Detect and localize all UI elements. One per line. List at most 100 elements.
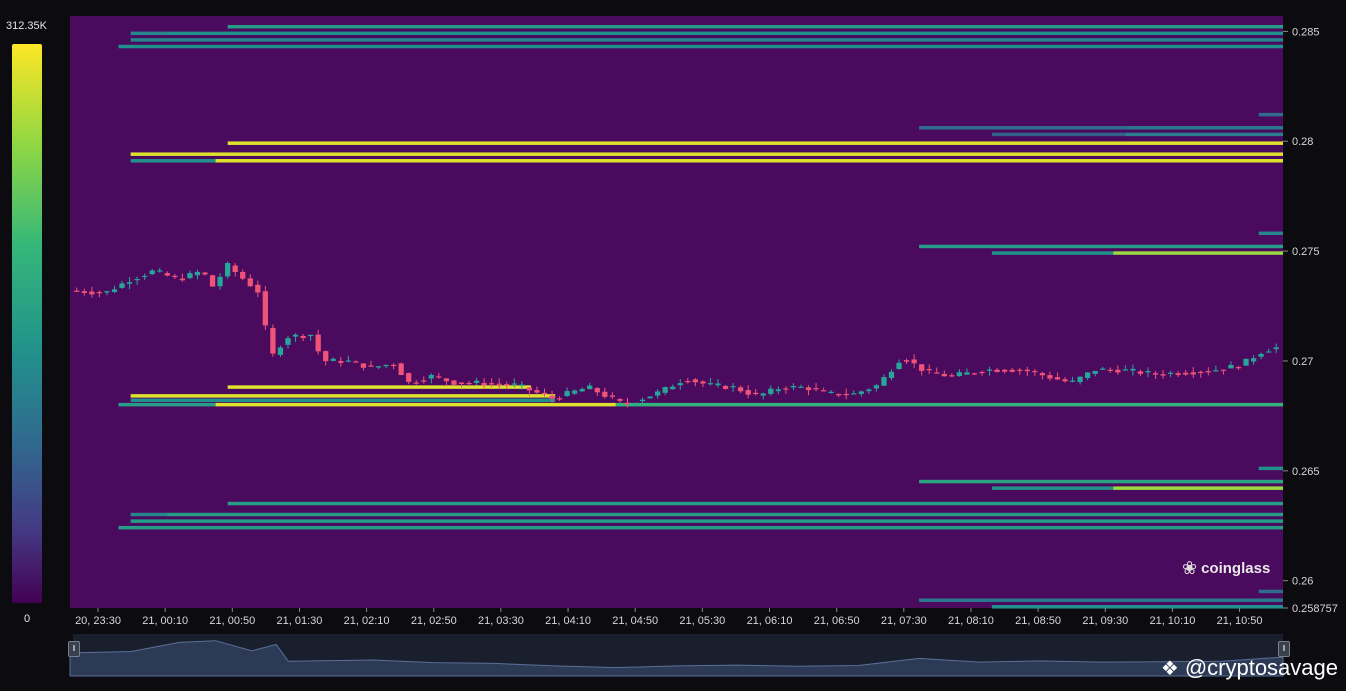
candle-body	[511, 383, 517, 385]
candle-body	[1084, 372, 1091, 378]
plot-background	[70, 16, 1283, 608]
liquidity-band-21-0	[130, 512, 168, 517]
time-tick-label: 21, 05:30	[679, 615, 725, 627]
candle-body	[338, 360, 344, 363]
candle-body	[104, 291, 110, 293]
candle-body	[1213, 370, 1219, 372]
candle-body	[609, 395, 616, 397]
candle-body	[157, 270, 163, 272]
candle-body	[730, 386, 736, 388]
candle-body	[89, 291, 95, 295]
binance-diamond-icon: ❖	[1160, 657, 1179, 680]
candle-body	[556, 398, 563, 400]
candle-body	[572, 390, 578, 394]
time-tick-label: 21, 04:50	[612, 615, 658, 627]
candle-body	[768, 388, 774, 394]
candle-body	[700, 381, 706, 384]
liquidity-band-25-0	[919, 598, 1283, 602]
candle-body	[247, 278, 253, 287]
watermark-text: coinglass	[1201, 560, 1271, 577]
time-tick-label: 21, 03:30	[478, 615, 524, 627]
candle-body	[903, 360, 910, 362]
candle-body	[194, 271, 201, 276]
candle-body	[1077, 376, 1083, 383]
candle-body	[307, 334, 314, 337]
candle-body	[1250, 358, 1257, 362]
candle-body	[421, 380, 427, 382]
candle-body	[345, 360, 351, 362]
candle-body	[564, 391, 570, 397]
candle-body	[1002, 369, 1008, 372]
candle-body	[119, 283, 125, 288]
time-tick-label: 21, 10:10	[1149, 615, 1195, 627]
liquidity-band-21-1	[167, 512, 1283, 517]
candle-body	[473, 380, 480, 383]
range-navigator	[69, 634, 1284, 677]
candle-body	[1069, 380, 1076, 382]
candle-body	[526, 387, 533, 391]
candle-body	[217, 276, 223, 287]
candle-body	[481, 382, 487, 386]
candle-body	[624, 402, 631, 405]
liquidity-band-5-1	[1125, 126, 1283, 130]
candle-body	[413, 382, 419, 384]
liquidity-band-8-0	[130, 152, 168, 156]
candle-body	[436, 376, 442, 378]
candle-body	[602, 391, 608, 397]
liquidation-heatmap-chart[interactable]: 0.285 0.28 0.275 0.27 0.265 0.26 0.258757 20, …	[0, 0, 1346, 691]
candle-body	[232, 265, 238, 273]
candle-body	[1122, 369, 1128, 371]
candle-body	[1107, 369, 1113, 371]
candle-body	[1137, 371, 1144, 374]
candle-body	[262, 291, 269, 326]
liquidity-band-5-0	[919, 126, 1126, 130]
candle-body	[949, 375, 955, 377]
handle-text: @cryptosavage	[1184, 655, 1338, 680]
time-tick-label: 21, 01:30	[277, 615, 323, 627]
candle-body	[971, 373, 978, 375]
candle-body	[881, 377, 887, 386]
candle-body	[428, 375, 434, 379]
candle-body	[1205, 371, 1211, 373]
candle-body	[594, 388, 600, 393]
candle-body	[360, 363, 367, 368]
candle-body	[330, 358, 336, 361]
candle-body	[692, 379, 698, 383]
time-tick-label: 21, 00:50	[209, 615, 255, 627]
candle-body	[1024, 369, 1030, 372]
liquidity-band-1-1	[167, 31, 1283, 36]
candle-body	[1190, 372, 1196, 375]
candle-body	[632, 403, 638, 405]
candle-body	[775, 389, 781, 392]
candle-body	[926, 369, 932, 371]
candle-body	[240, 271, 246, 279]
candle-body	[1235, 367, 1242, 369]
candle-body	[1160, 374, 1166, 376]
candle-body	[1273, 347, 1279, 350]
candle-body	[843, 393, 849, 396]
liquidity-band-8-1	[167, 152, 1283, 156]
candle-body	[587, 385, 593, 390]
liquidity-band-19-1	[1113, 486, 1283, 490]
candle-body	[647, 396, 653, 399]
candle-body	[956, 372, 963, 377]
candle-body	[1175, 373, 1181, 376]
candle-body	[96, 292, 103, 294]
candle-body	[1039, 373, 1046, 376]
candle-body	[255, 284, 261, 293]
candle-body	[1152, 373, 1159, 375]
liquidity-band-20-0	[227, 501, 1284, 506]
candle-body	[398, 363, 404, 376]
candle-body	[836, 393, 842, 396]
candle-body	[707, 383, 714, 385]
candle-body	[737, 387, 744, 392]
liquidity-band-16-1	[215, 402, 616, 407]
price-tick-label: 0.265	[1292, 466, 1320, 478]
liquidity-band-6-1	[1125, 132, 1283, 137]
candle-body	[1009, 369, 1015, 372]
coinglass-watermark: ❀ coinglass	[1182, 558, 1270, 579]
candle-body	[1183, 372, 1189, 375]
candle-body	[911, 359, 917, 364]
navigator-left-handle[interactable]: ‖	[68, 641, 80, 657]
candle-body	[406, 373, 412, 382]
